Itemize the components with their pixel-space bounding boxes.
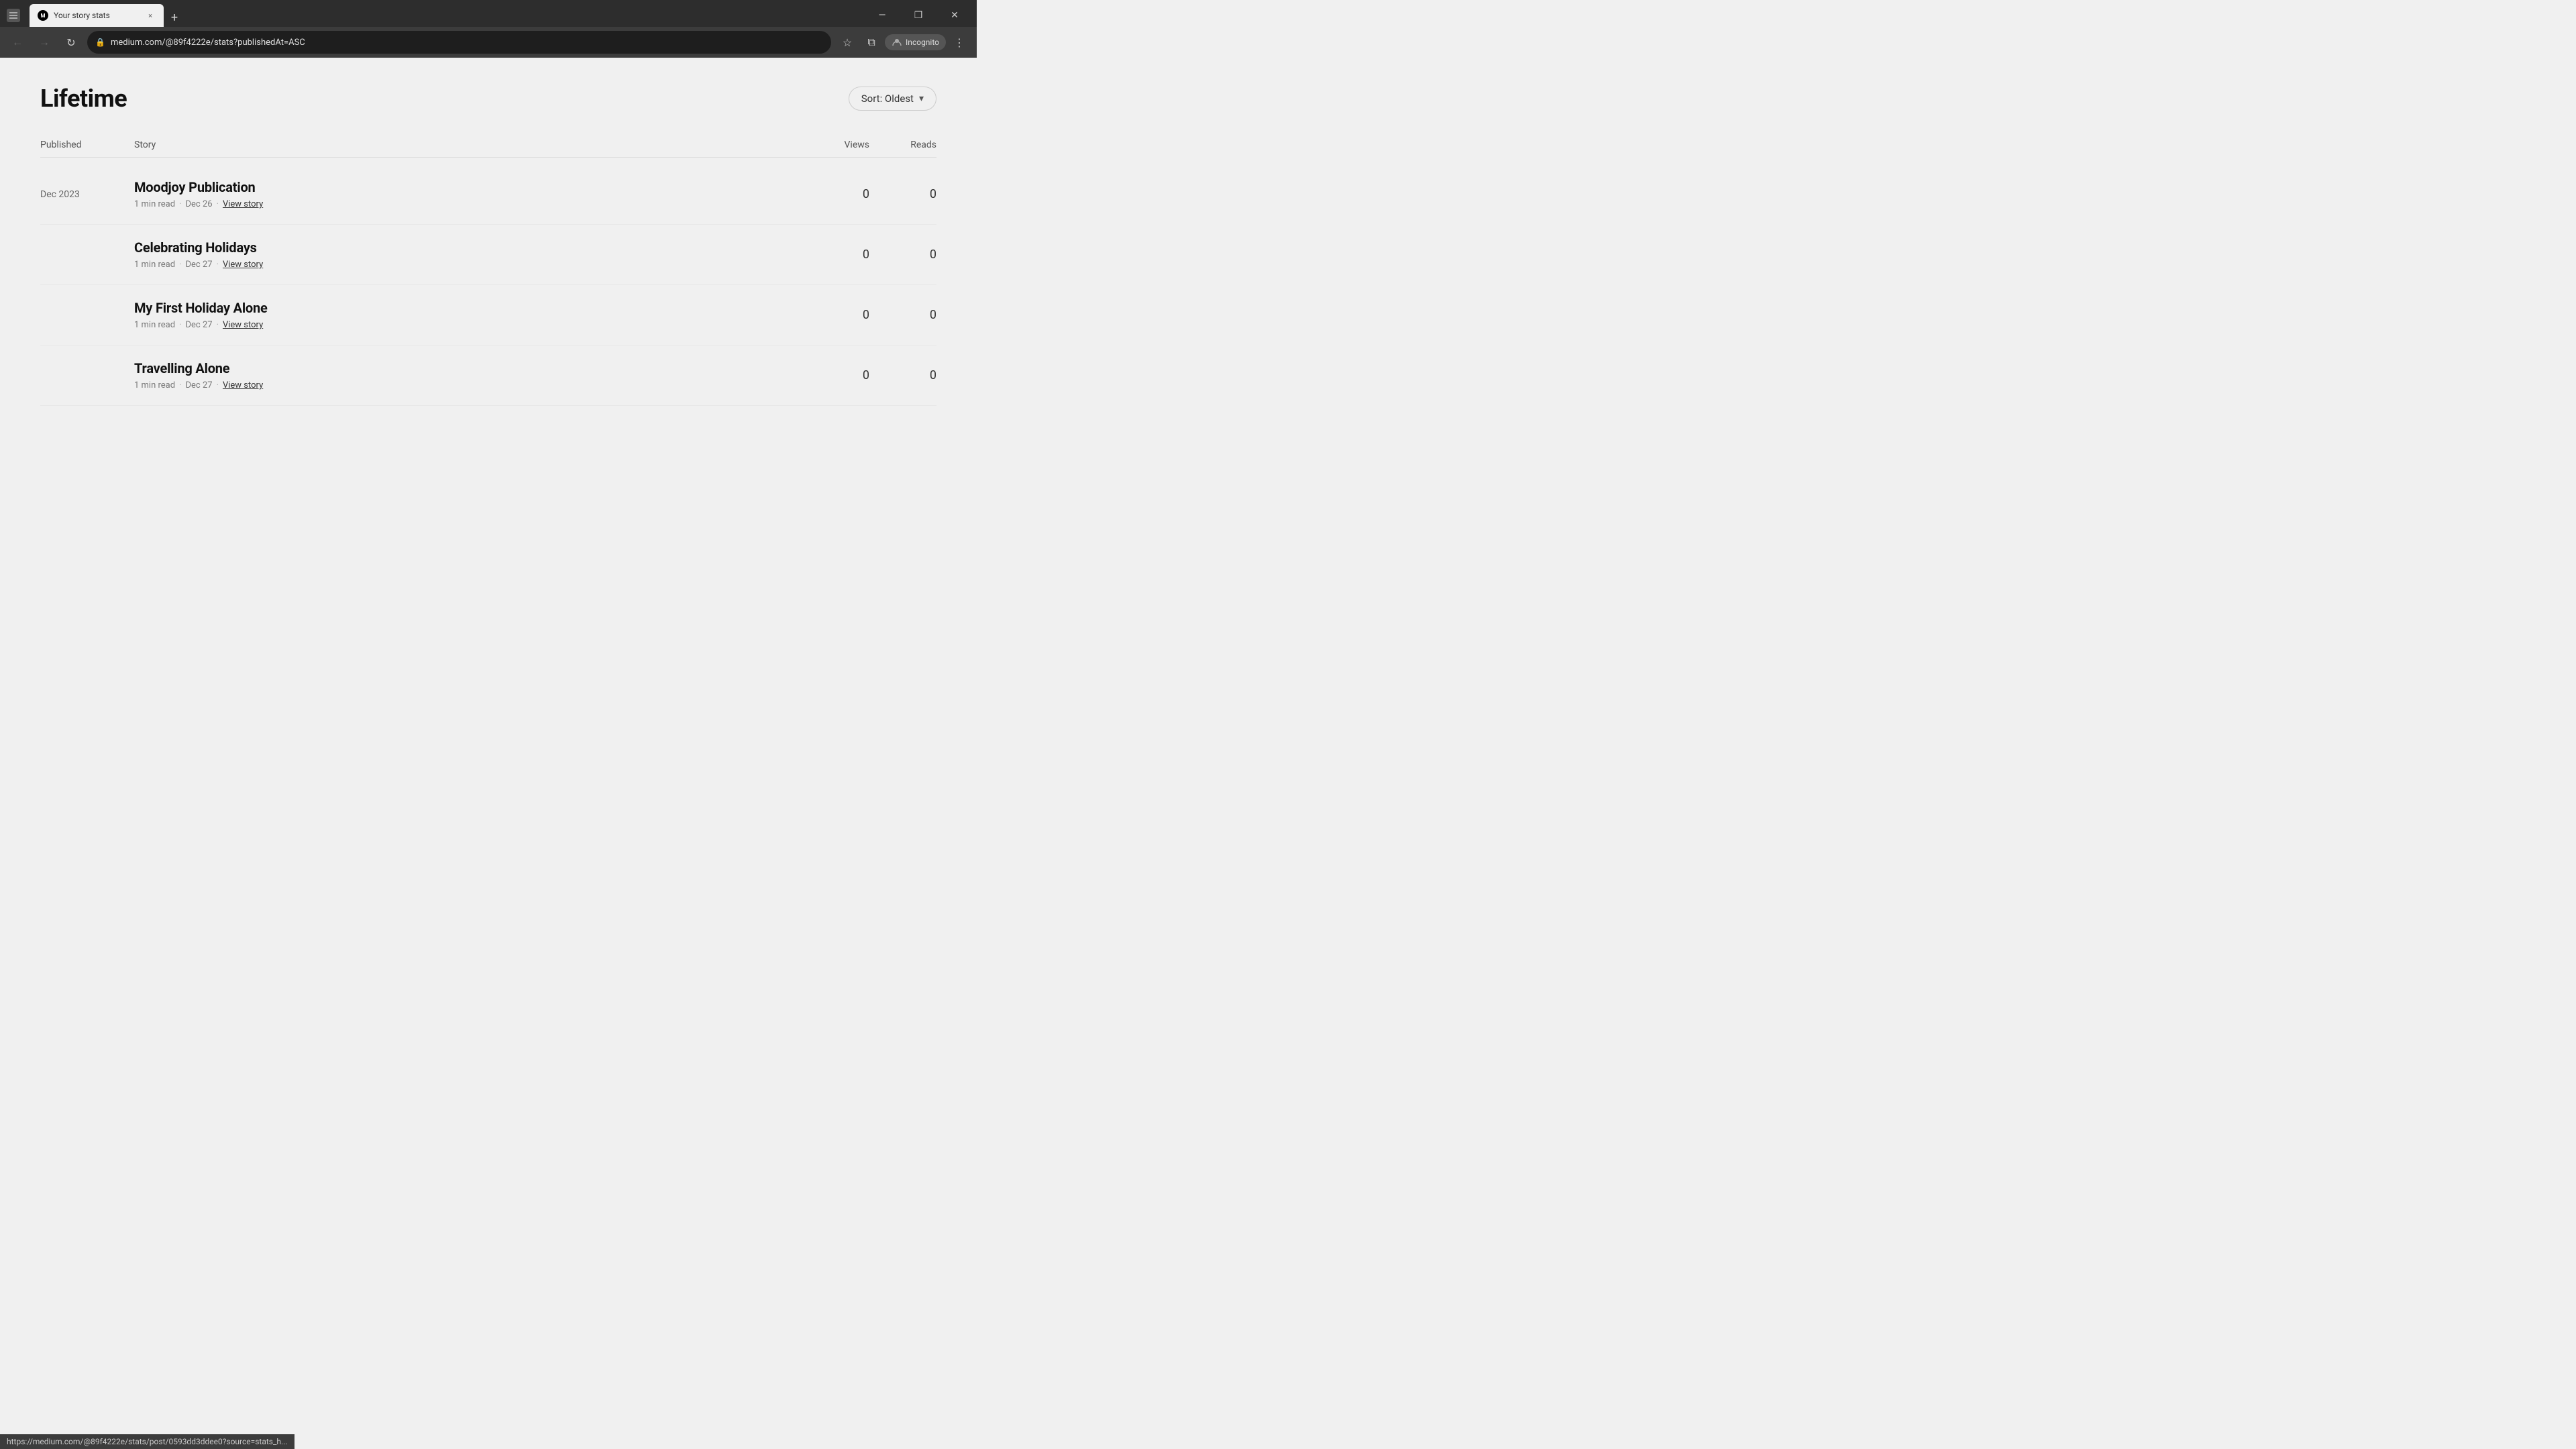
address-text: medium.com/@89f4222e/stats?publishedAt=A…: [111, 38, 823, 48]
tab-title: Your story stats: [54, 11, 140, 20]
story-info-0: Moodjoy Publication 1 min read · Dec 26 …: [134, 179, 802, 209]
tab-left-controls: [7, 9, 20, 22]
new-tab-button[interactable]: +: [165, 8, 184, 27]
dot-1: ·: [179, 260, 181, 270]
publish-date-1: Dec 27: [185, 260, 212, 270]
dot2-1: ·: [217, 260, 219, 270]
col-header-reads: Reads: [869, 140, 936, 150]
page-header: Lifetime Sort: Oldest ▾: [40, 85, 936, 113]
story-meta-0: 1 min read · Dec 26 · View story: [134, 199, 802, 209]
read-time-3: 1 min read: [134, 380, 175, 390]
stats-table: Published Story Views Reads Dec 2023 Moo…: [40, 133, 936, 406]
browser-toolbar: ← → ↻ 🔒 medium.com/@89f4222e/stats?publi…: [0, 27, 977, 58]
page-content: Lifetime Sort: Oldest ▾ Published Story …: [0, 58, 977, 581]
table-row: Travelling Alone 1 min read · Dec 27 · V…: [40, 345, 936, 406]
story-reads-3: 0: [869, 368, 936, 382]
story-views-0: 0: [802, 187, 869, 201]
restore-button[interactable]: ❐: [903, 6, 934, 25]
dot-2: ·: [179, 320, 181, 330]
story-views-2: 0: [802, 308, 869, 322]
browser-chrome: M Your story stats × + — ❐ ✕ ← → ↻ 🔒 med…: [0, 0, 977, 58]
read-time-0: 1 min read: [134, 199, 175, 209]
publish-date-3: Dec 27: [185, 380, 212, 390]
bookmark-button[interactable]: ☆: [837, 32, 858, 53]
browser-title-bar: M Your story stats × + — ❐ ✕: [0, 0, 977, 27]
tab-expand-button[interactable]: [7, 9, 20, 22]
sort-label: Sort: Oldest: [861, 93, 914, 105]
dot2-2: ·: [217, 320, 219, 330]
more-button[interactable]: ⋮: [949, 32, 970, 53]
story-title-3: Travelling Alone: [134, 360, 802, 376]
minimize-button[interactable]: —: [867, 6, 898, 25]
read-time-2: 1 min read: [134, 320, 175, 330]
tab-favicon: M: [38, 10, 48, 21]
chevron-down-icon: ▾: [919, 93, 924, 104]
story-meta-3: 1 min read · Dec 27 · View story: [134, 380, 802, 390]
refresh-button[interactable]: ↻: [60, 32, 82, 53]
story-reads-0: 0: [869, 187, 936, 201]
table-row: Celebrating Holidays 1 min read · Dec 27…: [40, 225, 936, 285]
browser-tab-group: M Your story stats × +: [30, 4, 861, 27]
window-controls: — ❐ ✕: [867, 6, 970, 25]
toolbar-right: ☆ ⧉ Incognito ⋮: [837, 32, 970, 53]
incognito-badge[interactable]: Incognito: [885, 34, 946, 50]
page-title: Lifetime: [40, 85, 127, 113]
story-title-2: My First Holiday Alone: [134, 300, 802, 316]
incognito-label: Incognito: [906, 38, 939, 47]
address-bar[interactable]: 🔒 medium.com/@89f4222e/stats?publishedAt…: [87, 31, 831, 54]
dot-0: ·: [179, 199, 181, 209]
table-row: My First Holiday Alone 1 min read · Dec …: [40, 285, 936, 345]
story-views-1: 0: [802, 248, 869, 262]
col-header-views: Views: [802, 140, 869, 150]
status-bar: https://medium.com/@89f4222e/stats/post/…: [0, 1434, 294, 1449]
story-meta-2: 1 min read · Dec 27 · View story: [134, 320, 802, 330]
publish-date-0: Dec 26: [185, 199, 212, 209]
story-views-3: 0: [802, 368, 869, 382]
back-button[interactable]: ←: [7, 32, 28, 53]
view-story-link-3[interactable]: View story: [223, 380, 263, 390]
active-tab[interactable]: M Your story stats ×: [30, 4, 164, 27]
story-title-0: Moodjoy Publication: [134, 179, 802, 195]
view-story-link-1[interactable]: View story: [223, 260, 263, 270]
view-story-link-2[interactable]: View story: [223, 320, 263, 330]
table-header: Published Story Views Reads: [40, 133, 936, 158]
forward-button[interactable]: →: [34, 32, 55, 53]
lock-icon: 🔒: [95, 38, 105, 47]
dot2-0: ·: [217, 199, 219, 209]
table-row: Dec 2023 Moodjoy Publication 1 min read …: [40, 164, 936, 225]
story-info-3: Travelling Alone 1 min read · Dec 27 · V…: [134, 360, 802, 390]
dot2-3: ·: [217, 380, 219, 390]
col-header-published: Published: [40, 140, 134, 150]
sort-dropdown[interactable]: Sort: Oldest ▾: [849, 87, 936, 111]
view-story-link-0[interactable]: View story: [223, 199, 263, 209]
story-meta-1: 1 min read · Dec 27 · View story: [134, 260, 802, 270]
story-date-0: Dec 2023: [40, 189, 134, 200]
col-header-story: Story: [134, 140, 802, 150]
split-view-button[interactable]: ⧉: [861, 32, 882, 53]
read-time-1: 1 min read: [134, 260, 175, 270]
story-info-1: Celebrating Holidays 1 min read · Dec 27…: [134, 239, 802, 270]
story-title-1: Celebrating Holidays: [134, 239, 802, 256]
dot-3: ·: [179, 380, 181, 390]
story-reads-2: 0: [869, 308, 936, 322]
story-reads-1: 0: [869, 248, 936, 262]
close-button[interactable]: ✕: [939, 6, 970, 25]
tab-close-button[interactable]: ×: [145, 10, 156, 21]
story-rows-container: Dec 2023 Moodjoy Publication 1 min read …: [40, 164, 936, 406]
story-info-2: My First Holiday Alone 1 min read · Dec …: [134, 300, 802, 330]
publish-date-2: Dec 27: [185, 320, 212, 330]
status-url: https://medium.com/@89f4222e/stats/post/…: [7, 1437, 288, 1446]
